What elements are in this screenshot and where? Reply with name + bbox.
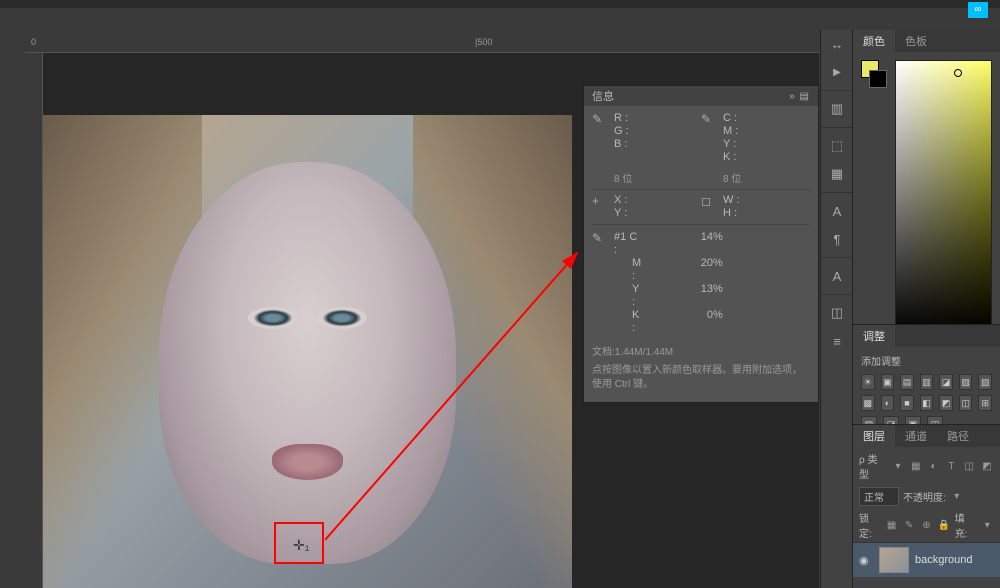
curves-icon[interactable]: ▤ xyxy=(900,374,914,390)
info-wh-readout: W : H : xyxy=(723,194,810,220)
filter-adjust-icon[interactable]: ◐ xyxy=(927,459,941,473)
type-icon[interactable]: A xyxy=(821,197,853,225)
tab-layers[interactable]: 图层 xyxy=(853,425,895,447)
play-icon[interactable]: ▶ xyxy=(821,58,853,86)
fill-label: 填充: xyxy=(955,510,977,540)
blend-mode-select[interactable]: 正常 xyxy=(859,487,899,506)
panel-menu-icon[interactable]: » ▤ xyxy=(789,91,810,102)
layer-name-label[interactable]: background xyxy=(915,554,973,566)
info-rgb-readout: R : G : B : xyxy=(614,112,701,164)
lock-position-icon[interactable]: ⊕ xyxy=(920,518,933,532)
info-panel-header[interactable]: 信息 » ▤ xyxy=(584,86,818,106)
swatches-icon[interactable]: ▦ xyxy=(821,160,853,188)
info-panel: 信息 » ▤ ✎ R : G : B : ✎ C : M : Y : K : xyxy=(583,85,819,403)
tab-color[interactable]: 颜色 xyxy=(853,30,895,52)
background-color-swatch[interactable] xyxy=(869,70,887,88)
threshold-icon[interactable]: ⊞ xyxy=(978,395,992,411)
levels-icon[interactable]: ▣ xyxy=(881,374,895,390)
invert-icon[interactable]: ◩ xyxy=(939,395,953,411)
navigator-icon[interactable]: ⬚ xyxy=(821,132,853,160)
photo-content xyxy=(43,115,572,588)
layer-kind-label: ρ 类型 xyxy=(859,451,887,481)
tab-swatches[interactable]: 色板 xyxy=(895,30,937,52)
color-panel-tabs: 颜色 色板 xyxy=(853,30,1000,52)
info-rgb-mode: 8 位 xyxy=(614,170,632,185)
tab-channels[interactable]: 通道 xyxy=(895,425,937,447)
info-panel-title: 信息 xyxy=(592,88,614,104)
crosshair-icon: + xyxy=(592,194,608,220)
opacity-label: 不透明度: xyxy=(903,489,946,504)
brightness-icon[interactable]: ☀ xyxy=(861,374,875,390)
lock-pixels-icon[interactable]: ✎ xyxy=(902,518,915,532)
cloud-icon[interactable]: ∞ xyxy=(968,2,988,18)
right-panel-dock: ↔ ▶ ▥ ⬚ ▦ A ¶ A ◫ ≡ xyxy=(820,30,852,588)
tab-adjustments[interactable]: 调整 xyxy=(853,325,895,347)
vibrance-icon[interactable]: ◪ xyxy=(939,374,953,390)
sampler-icon: ✎ xyxy=(592,231,608,335)
lock-transparency-icon[interactable]: ▦ xyxy=(885,518,898,532)
app-titlebar xyxy=(0,0,1000,8)
fill-dropdown-icon[interactable]: ▾ xyxy=(981,518,994,532)
glyph-icon[interactable]: A xyxy=(821,262,853,290)
color-lookup-icon[interactable]: ◧ xyxy=(920,395,934,411)
info-cmyk-mode: 8 位 xyxy=(723,170,741,185)
color-balance-icon[interactable]: ▧ xyxy=(978,374,992,390)
ruler-mark: 0 xyxy=(31,37,36,47)
info-sampler-readout: #1 C :14% M :20% Y :13% K :0% xyxy=(614,231,723,335)
photo-filter-icon[interactable]: ◐ xyxy=(881,395,895,411)
add-adjustment-label: 添加调整 xyxy=(861,353,992,368)
ruler-vertical xyxy=(25,53,43,588)
adjustment-icons-row-1: ☀ ▣ ▤ ▥ ◪ ▨ ▧ xyxy=(861,374,992,390)
eyedropper-icon: ✎ xyxy=(592,112,608,164)
info-cmyk-readout: C : M : Y : K : xyxy=(723,112,810,164)
lock-all-icon[interactable]: 🔒 xyxy=(937,518,950,532)
layer-visibility-icon[interactable]: ◉ xyxy=(859,554,873,567)
adjustment-icons-row-2: ▩ ◐ ■ ◧ ◩ ◫ ⊞ xyxy=(861,395,992,411)
info-xy-readout: X : Y : xyxy=(614,194,701,220)
layer-thumbnail[interactable] xyxy=(879,547,909,573)
filter-type-icon[interactable]: T xyxy=(945,459,959,473)
info-document-size: 文档:1.44M/1.44M xyxy=(592,343,810,358)
channel-mixer-icon[interactable]: ■ xyxy=(900,395,914,411)
document-image[interactable] xyxy=(43,115,572,588)
hue-icon[interactable]: ▨ xyxy=(959,374,973,390)
layers-panel: 图层 通道 路径 ρ 类型 ▾ ▦ ◐ T ◫ ◩ 正常 不透明度: ▾ 锁定:… xyxy=(852,424,1000,588)
lock-label: 锁定: xyxy=(859,510,881,540)
ruler-mark: |500 xyxy=(475,37,492,47)
marquee-icon: ◻ xyxy=(701,194,717,220)
ruler-horizontal: 0 |500 xyxy=(25,35,820,53)
layer-row[interactable]: ◉ background xyxy=(853,543,1000,577)
tab-paths[interactable]: 路径 xyxy=(937,425,979,447)
filter-smart-icon[interactable]: ◩ xyxy=(980,459,994,473)
fg-bg-swatches[interactable] xyxy=(861,60,887,334)
paragraph-icon[interactable]: ¶ xyxy=(821,225,853,253)
opacity-dropdown-icon[interactable]: ▾ xyxy=(950,490,964,504)
color-panel: 颜色 色板 xyxy=(852,30,1000,342)
bw-icon[interactable]: ▩ xyxy=(861,395,875,411)
color-picker-field[interactable] xyxy=(895,60,992,334)
kind-dropdown-icon[interactable]: ▾ xyxy=(891,459,905,473)
measure-icon[interactable]: ≡ xyxy=(821,327,853,355)
eyedropper-icon: ✎ xyxy=(701,112,717,164)
3d-icon[interactable]: ◫ xyxy=(821,299,853,327)
filter-pixel-icon[interactable]: ▦ xyxy=(909,459,923,473)
filter-shape-icon[interactable]: ◫ xyxy=(962,459,976,473)
histogram-icon[interactable]: ▥ xyxy=(821,95,853,123)
collapse-panels-icon[interactable]: ↔ xyxy=(821,30,853,58)
info-help-text: 点按图像以置入新颜色取样器。要用附加选项，使用 Ctrl 键。 xyxy=(592,364,810,392)
exposure-icon[interactable]: ▥ xyxy=(920,374,934,390)
posterize-icon[interactable]: ◫ xyxy=(959,395,973,411)
color-picker-cursor xyxy=(954,69,962,77)
